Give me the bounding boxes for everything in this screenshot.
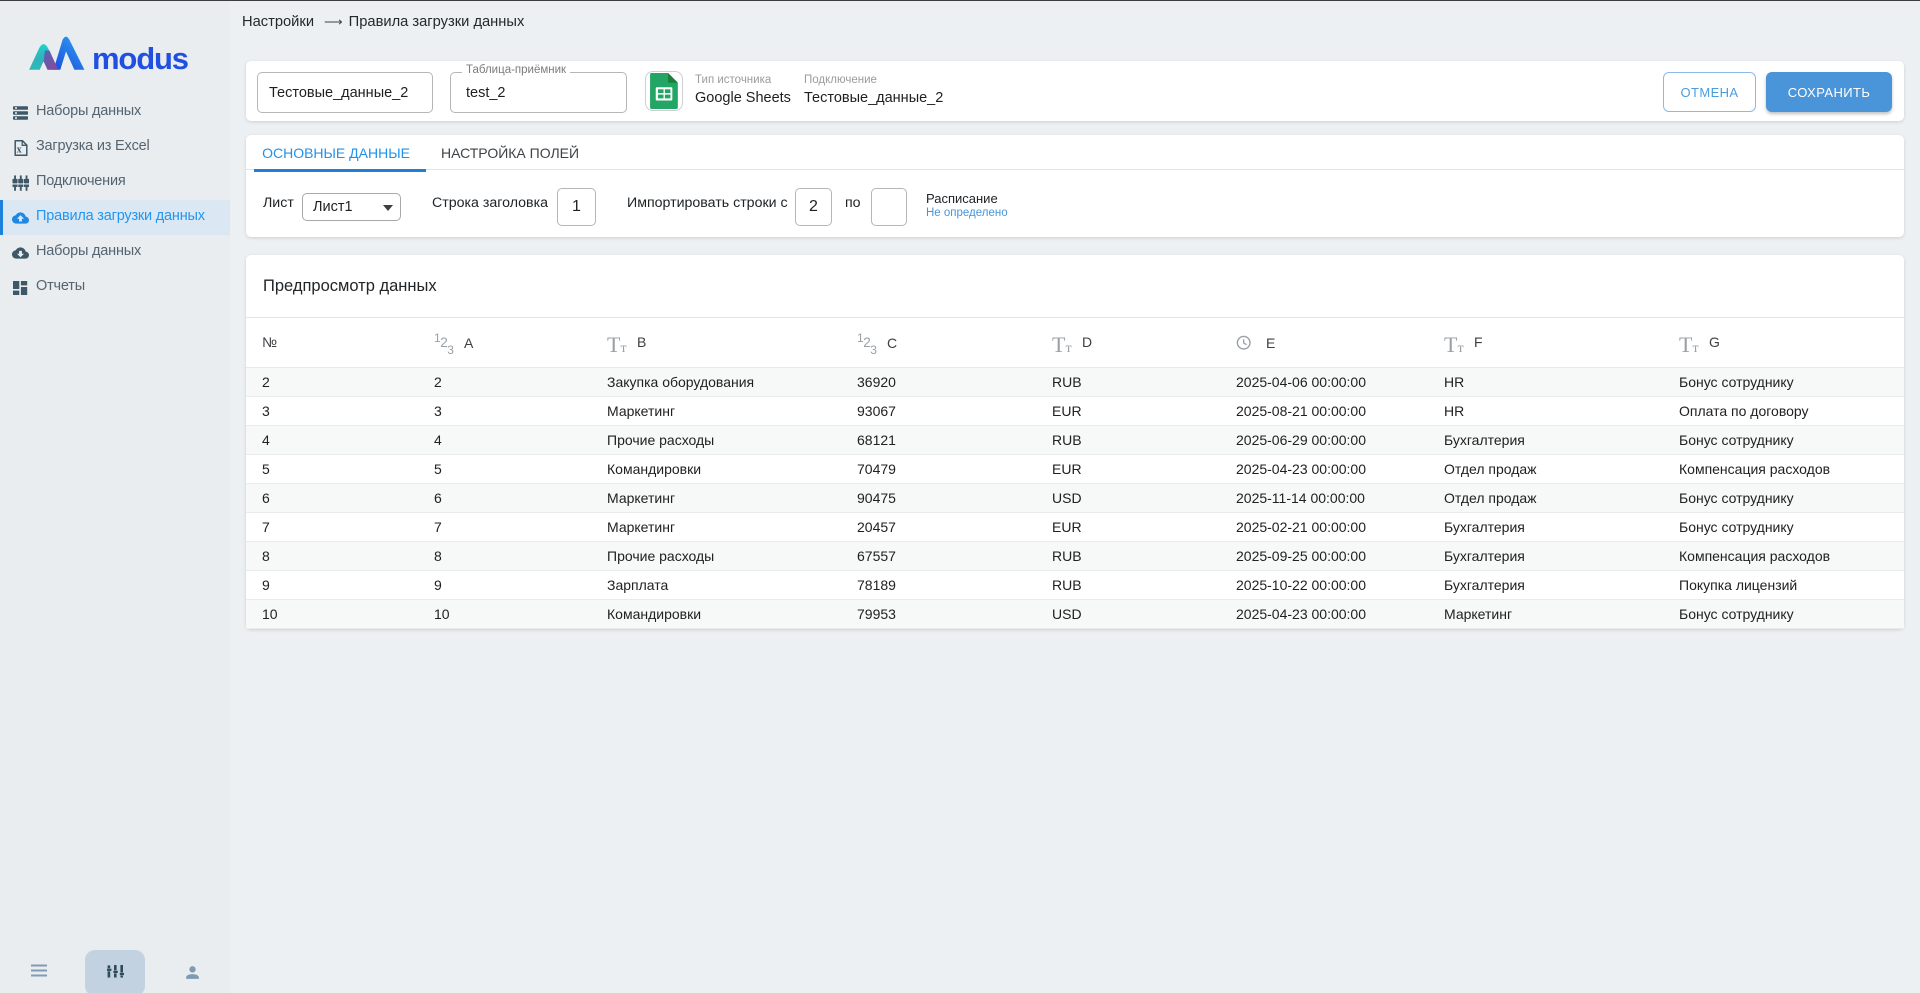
svg-text:modus: modus [92,41,189,74]
svg-text:x: x [17,144,22,155]
